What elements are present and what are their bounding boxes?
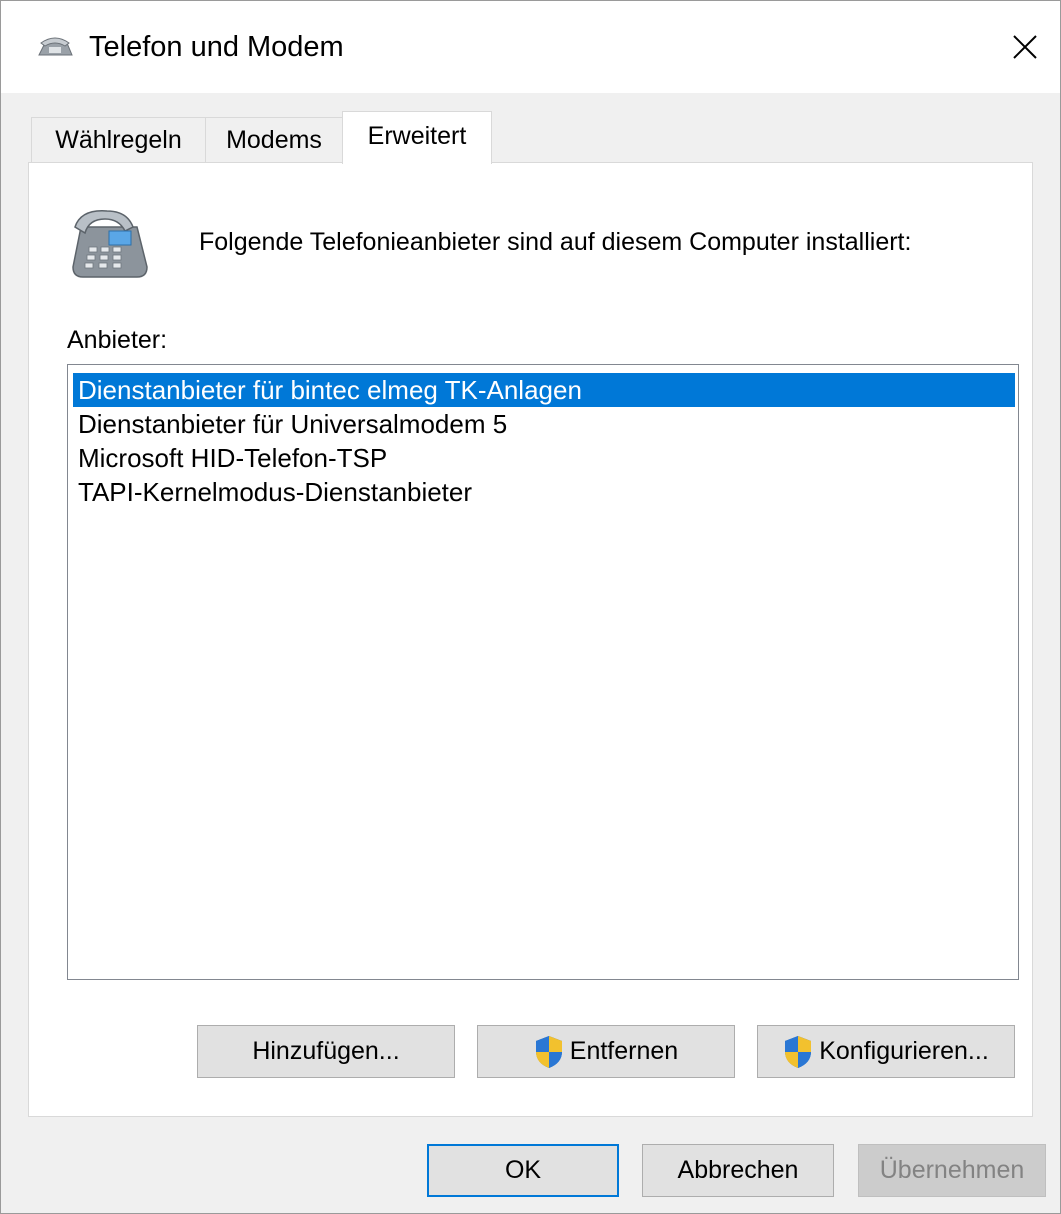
remove-button[interactable]: Entfernen — [477, 1025, 735, 1078]
tab-modems[interactable]: Modems — [205, 117, 343, 162]
tab-waehlregeln[interactable]: Wählregeln — [31, 117, 206, 162]
add-button[interactable]: Hinzufügen... — [197, 1025, 455, 1078]
configure-button-label: Konfigurieren... — [819, 1037, 989, 1065]
tab-erweitert[interactable]: Erweitert — [342, 111, 492, 164]
cancel-button-label: Abbrechen — [677, 1156, 799, 1184]
tab-panel-erweitert: Folgende Telefonieanbieter sind auf dies… — [28, 162, 1033, 1117]
telephone-icon — [38, 37, 73, 56]
cancel-button[interactable]: Abbrechen — [642, 1144, 834, 1197]
add-button-label: Hinzufügen... — [252, 1037, 400, 1065]
list-item[interactable]: Dienstanbieter für Universalmodem 5 — [73, 407, 1015, 441]
info-text: Folgende Telefonieanbieter sind auf dies… — [199, 228, 912, 256]
list-item[interactable]: TAPI-Kernelmodus-Dienstanbieter — [73, 475, 1015, 509]
list-item[interactable]: Dienstanbieter für bintec elmeg TK-Anlag… — [73, 373, 1015, 407]
dialog-window: Telefon und Modem Wählregeln Modems Erwe… — [0, 0, 1061, 1214]
window-title: Telefon und Modem — [89, 31, 344, 63]
remove-button-label: Entfernen — [569, 1037, 679, 1065]
ok-button-label: OK — [504, 1156, 542, 1184]
configure-button[interactable]: Konfigurieren... — [757, 1025, 1015, 1078]
desk-phone-icon — [72, 210, 148, 278]
close-icon — [1013, 35, 1037, 59]
title-bar: Telefon und Modem — [1, 1, 1060, 93]
uac-shield-icon — [785, 1035, 812, 1068]
providers-label: Anbieter: — [67, 326, 168, 354]
providers-listbox[interactable]: Dienstanbieter für bintec elmeg TK-Anlag… — [67, 364, 1019, 980]
ok-button[interactable]: OK — [427, 1144, 619, 1197]
list-item[interactable]: Microsoft HID-Telefon-TSP — [73, 441, 1015, 475]
apply-button-label: Übernehmen — [879, 1156, 1025, 1184]
uac-shield-icon — [535, 1035, 562, 1068]
apply-button[interactable]: Übernehmen — [858, 1144, 1046, 1197]
close-button[interactable] — [990, 1, 1060, 93]
